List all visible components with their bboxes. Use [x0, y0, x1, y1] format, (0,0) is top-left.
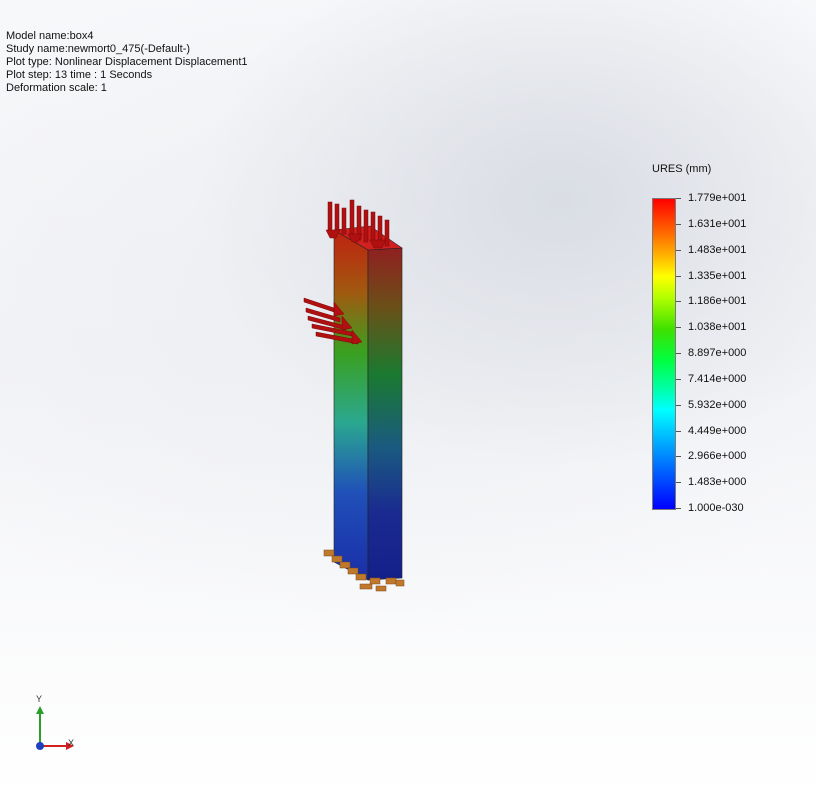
legend-color-bar	[652, 198, 676, 510]
legend-value-label: 1.000e-030	[688, 502, 744, 514]
box-front-face	[333, 229, 369, 581]
model-name-text: Model name:box4	[6, 30, 94, 42]
legend-tick	[676, 275, 681, 277]
legend-tick	[676, 508, 681, 509]
legend-tick	[676, 456, 681, 458]
plot-info-panel: Model name:box4 Study name:newmort0_475(…	[6, 30, 248, 95]
deformation-scale-text: Deformation scale: 1	[6, 82, 107, 94]
legend-tick	[676, 482, 681, 484]
legend-title: URES (mm)	[652, 163, 712, 175]
legend-tick	[676, 198, 681, 199]
legend-tick	[676, 327, 681, 329]
legend-value-label: 1.186e+001	[688, 295, 747, 308]
triad-y-label: Y	[36, 694, 43, 704]
legend-tick	[676, 404, 681, 406]
triad-x-label: X	[68, 738, 75, 748]
study-name-text: Study name:newmort0_475(-Default-)	[6, 43, 191, 55]
plot-step-text: Plot step: 13 time : 1 Seconds	[6, 69, 153, 81]
legend-value-label: 5.932e+000	[688, 398, 747, 411]
orientation-triad[interactable]: Y X	[28, 694, 88, 760]
axis-triad-icon	[36, 706, 74, 750]
legend-value-label: 7.414e+000	[688, 372, 747, 385]
legend-value-label: 1.038e+001	[688, 321, 747, 334]
plot-type-text: Plot type: Nonlinear Displacement Displa…	[6, 56, 248, 68]
legend-value-label: 2.966e+000	[688, 450, 747, 463]
legend-tick	[676, 301, 681, 303]
legend-value-label: 8.897e+000	[688, 347, 747, 359]
displacement-legend[interactable]: URES (mm) 1.779e+001 1.631e+001 1.483e+001…	[652, 163, 772, 523]
legend-tick	[676, 223, 681, 225]
model-viewport[interactable]	[290, 190, 430, 600]
legend-tick	[676, 353, 681, 354]
legend-value-label: 1.483e+000	[688, 476, 747, 489]
legend-value-label: 4.449e+000	[688, 424, 747, 437]
box-side-face	[367, 247, 403, 581]
legend-tick	[676, 249, 681, 251]
legend-value-label: 1.335e+001	[688, 269, 747, 282]
legend-value-label: 1.631e+001	[688, 217, 747, 230]
legend-tick	[676, 378, 681, 380]
legend-value-label: 1.483e+001	[688, 243, 747, 256]
legend-value-label: 1.779e+001	[688, 192, 747, 204]
legend-tick	[676, 430, 681, 432]
box-model-render	[303, 199, 405, 592]
